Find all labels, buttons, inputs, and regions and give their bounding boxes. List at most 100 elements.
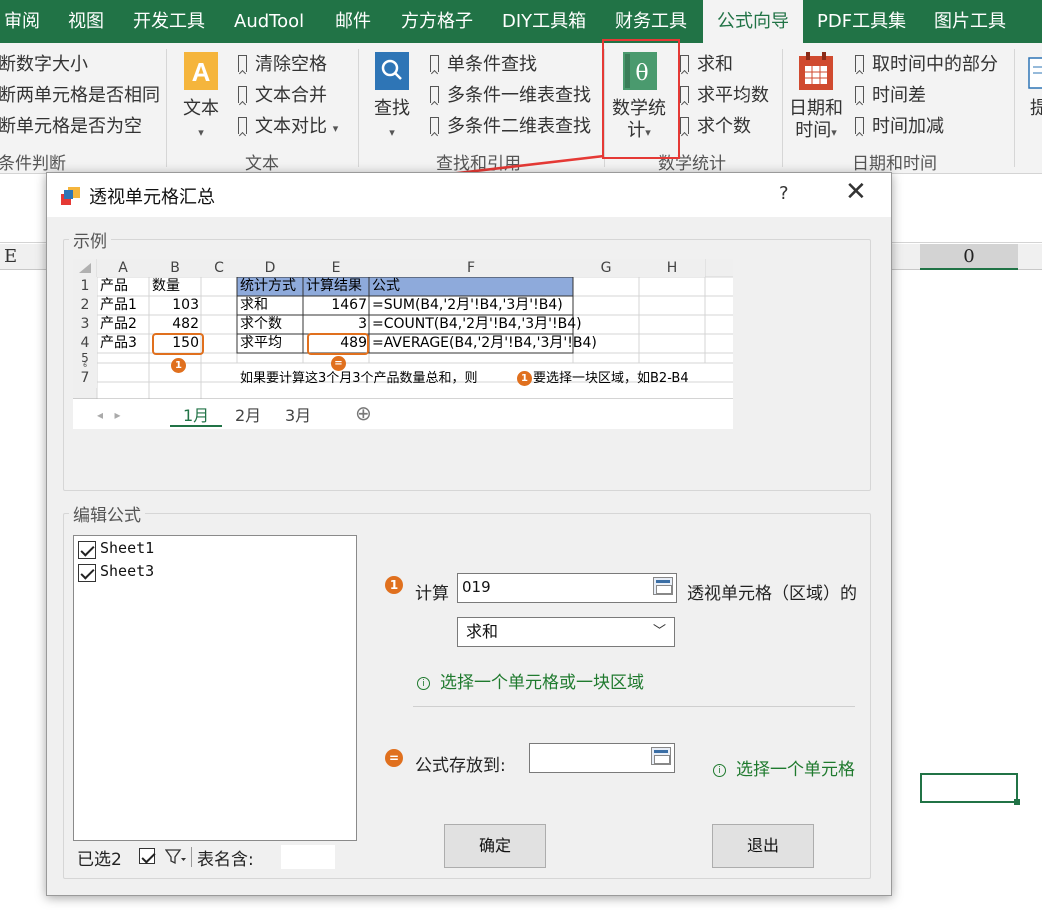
row-header: 3 [73,315,97,334]
sum-button[interactable]: 求和 [680,50,733,76]
time-add-button[interactable]: 时间加减 [855,112,944,138]
lookup-magnifier-icon [375,52,409,90]
tab-view[interactable]: 视图 [68,0,104,43]
example-spreadsheet: A B C D E F G H 1 2 3 4 5 6 7 产品 数量 产品1 … [73,259,733,429]
count-button[interactable]: 求个数 [680,112,751,138]
sheet3-label[interactable]: Sheet3 [100,562,154,580]
ok-button[interactable]: 确定 [444,824,546,868]
sheet-list[interactable]: Sheet1 Sheet3 [73,535,357,841]
average-button[interactable]: 求平均数 [680,81,769,107]
add-sheet-icon[interactable]: ⊕ [355,401,372,425]
cond-item-cell-empty[interactable]: 断单元格是否为空 [0,112,142,138]
filter-icon[interactable] [165,849,187,865]
svg-text:A: A [192,57,211,87]
column-header-cell[interactable]: 0 [920,244,1018,270]
clear-spaces-button[interactable]: 清除空格 [238,50,327,76]
multi-condition-1d-lookup-button[interactable]: 多条件一维表查找 [430,81,591,107]
sheet-tab-jan[interactable]: 1月 [183,402,209,426]
tab-diy-toolbox[interactable]: DIY工具箱 [502,0,586,43]
bookmark-icon [680,117,689,134]
cell-a4: 产品3 [100,335,137,351]
tab-formula-wizard[interactable]: 公式向导 [703,0,803,43]
select-all-checkbox[interactable] [139,848,155,864]
group-label-text: 文本 [245,154,279,174]
lookup-button[interactable]: 查找 ▾ [372,98,412,144]
store-cell-input[interactable] [529,743,675,773]
tab-audtool[interactable]: AudTool [234,0,304,43]
text-compare-button[interactable]: 文本对比 ▾ [238,112,338,138]
cell-b2: 103 [172,297,199,313]
exit-button[interactable]: 退出 [712,824,814,868]
row-header: 7 [73,369,97,388]
info-icon: i [417,677,430,690]
sheet-tab-mar[interactable]: 3月 [285,402,311,426]
highlight-e4 [307,333,369,355]
ribbon-tab-bar: 审阅 视图 开发工具 AudTool 邮件 方方格子 DIY工具箱 财务工具 公… [0,0,1042,43]
step-badge-1: 1 [171,358,186,373]
bookmark-icon [430,55,439,72]
tab-finance-tools[interactable]: 财务工具 [615,0,687,43]
group-divider [1014,49,1015,167]
cell-d3: 求个数 [240,316,282,332]
example-legend: 示例 [69,227,111,252]
col-header-e: E [303,259,369,277]
sheet1-checkbox[interactable] [78,541,96,559]
name-filter-input[interactable] [281,845,335,869]
cell-f4: =AVERAGE(B4,'2月'!B4,'3月'!B4) [372,335,597,351]
bookmark-icon [430,117,439,134]
time-part-button[interactable]: 取时间中的部分 [855,50,998,76]
date-time-button[interactable]: 日期和 时间▾ [788,98,844,144]
multi-condition-2d-lookup-button[interactable]: 多条件二维表查找 [430,112,591,138]
text-a-icon: A [184,52,218,90]
selected-cell[interactable] [920,773,1020,805]
cell-e2: 1467 [331,297,367,313]
dialog-title: 透视单元格汇总 [89,187,215,208]
col-header-a: A [97,259,149,277]
cell-d4: 求平均 [240,335,282,351]
example-note-part2: 要选择一块区域，如B2-B4 [533,371,689,386]
cond-item-number-size[interactable]: 断数字大小 [0,50,88,76]
range-picker-icon[interactable] [653,577,673,595]
cell-b1: 数量 [152,278,180,294]
tab-image-tools[interactable]: 图片工具 [934,0,1006,43]
close-button[interactable]: ✕ [845,177,867,207]
time-diff-button[interactable]: 时间差 [855,81,926,107]
column-header-e[interactable]: E [4,246,17,267]
col-header-g: G [573,259,639,277]
sheet3-checkbox[interactable] [78,564,96,582]
col-header-h: H [639,259,705,277]
function-select[interactable]: 求和 ﹀ [457,617,675,647]
sheet-list-status: 已选2 表名含: [73,843,357,873]
tab-fangfang[interactable]: 方方格子 [401,0,473,43]
bookmark-icon [430,86,439,103]
group-label-date: 日期和时间 [852,154,937,174]
tab-review[interactable]: 审阅 [4,0,40,43]
cell-e3: 3 [358,316,367,332]
sheet-tab-feb[interactable]: 2月 [235,402,261,426]
help-button[interactable]: ? [779,183,789,204]
cell-b3: 482 [172,316,199,332]
calendar-icon [799,52,833,90]
bookmark-icon [855,86,864,103]
cell-d2: 求和 [240,297,268,313]
cell-a1: 产品 [100,278,128,294]
tab-mail[interactable]: 邮件 [335,0,371,43]
tab-pdf-tools[interactable]: PDF工具集 [817,0,906,43]
cell-a2: 产品1 [100,297,137,313]
extract-button[interactable]: 提 [1029,98,1042,120]
group-divider [166,49,167,167]
cell-picker-icon[interactable] [651,747,671,765]
document-icon [1028,57,1042,89]
sheet-nav-arrows[interactable]: ◂ ▸ [97,408,121,422]
calc-range-input[interactable]: 019 [457,573,677,603]
tab-developer[interactable]: 开发工具 [133,0,205,43]
ribbon: 断数字大小 断两单元格是否相同 断单元格是否为空 条件判断 A 文本 ▾ 清除空格… [0,39,1042,174]
bookmark-icon [680,55,689,72]
group-divider [358,49,359,167]
sheet1-label[interactable]: Sheet1 [100,539,154,557]
text-button[interactable]: 文本 ▾ [181,98,221,144]
cell-d1: 统计方式 [240,278,296,294]
cond-item-two-cells-same[interactable]: 断两单元格是否相同 [0,81,160,107]
text-merge-button[interactable]: 文本合并 [238,81,327,107]
single-condition-lookup-button[interactable]: 单条件查找 [430,50,537,76]
